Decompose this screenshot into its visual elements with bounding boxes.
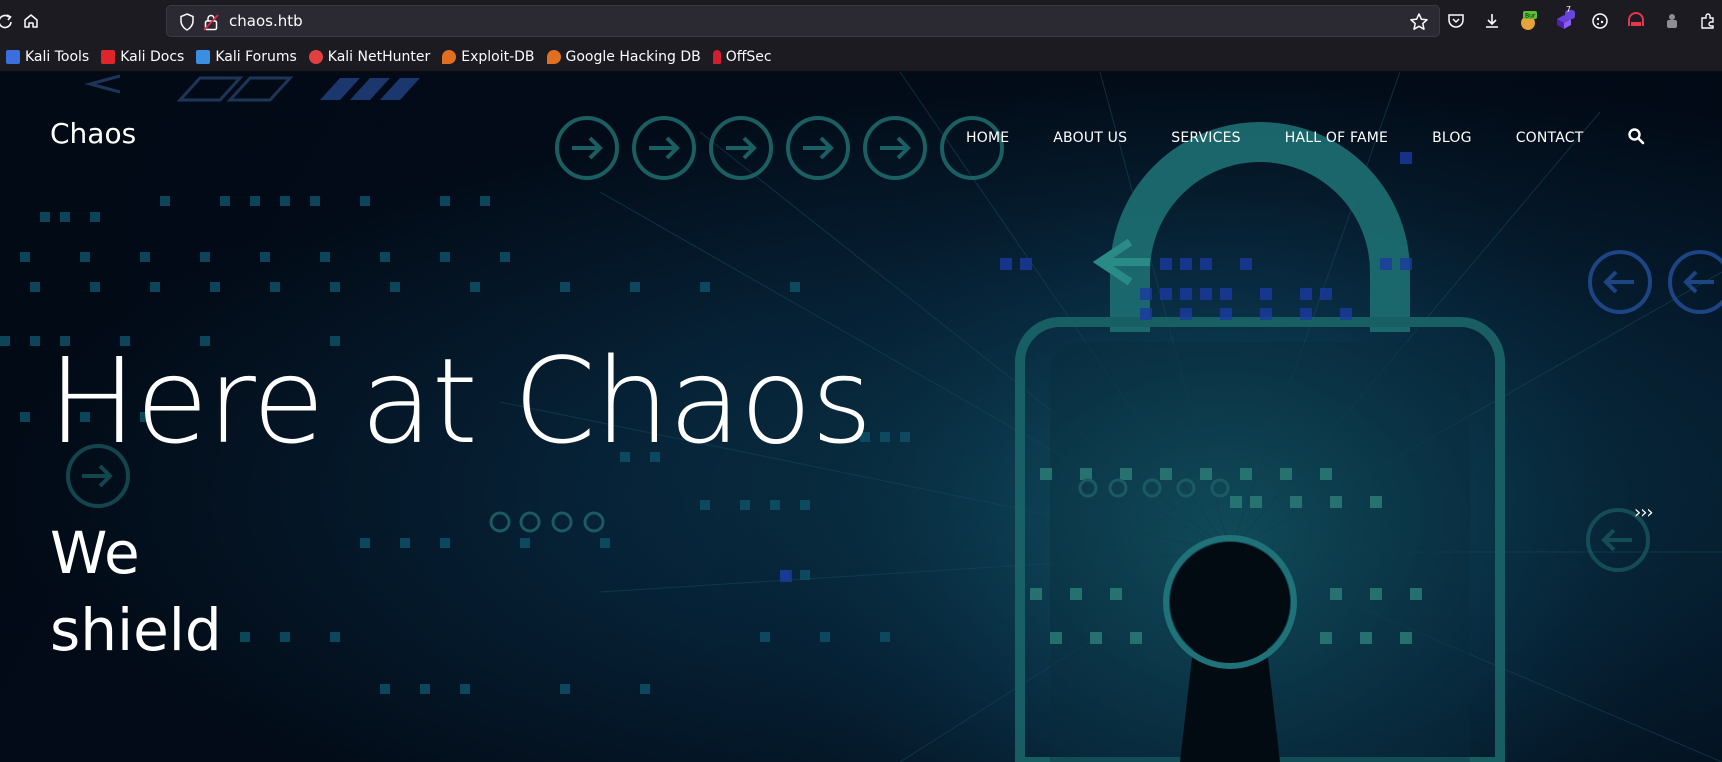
- bookmark-label: Google Hacking DB: [565, 48, 701, 65]
- reload-icon[interactable]: [0, 8, 18, 34]
- bookmark-exploit-db[interactable]: Exploit-DB: [442, 48, 535, 65]
- bookmark-kali-tools[interactable]: Kali Tools: [6, 49, 89, 65]
- hero-subtitle: We shield: [50, 515, 222, 669]
- browser-toolbar: chaos.htb Bur 7: [0, 0, 1722, 42]
- google-hacking-db-icon: [546, 49, 561, 64]
- hero-subtitle-line: shield: [50, 596, 222, 664]
- pocket-icon[interactable]: [1442, 8, 1470, 34]
- extension-badge-count: 7: [1566, 5, 1572, 14]
- extensions-icon[interactable]: [1694, 8, 1722, 34]
- nav-blog[interactable]: BLOG: [1432, 130, 1472, 146]
- nav-about-us[interactable]: ABOUT US: [1053, 130, 1127, 146]
- star-icon[interactable]: [1409, 12, 1429, 36]
- main-nav: HOME ABOUT US SERVICES HALL OF FAME BLOG…: [966, 130, 1627, 146]
- toolbar-right-icons: Bur 7: [1442, 5, 1722, 34]
- page-content: Chaos HOME ABOUT US SERVICES HALL OF FAM…: [0, 72, 1722, 762]
- bookmark-label: Kali Docs: [120, 48, 185, 65]
- bookmark-kali-forums[interactable]: Kali Forums: [196, 48, 297, 65]
- download-icon[interactable]: [1478, 8, 1506, 34]
- bookmark-google-hacking-db[interactable]: Google Hacking DB: [546, 48, 701, 65]
- bookmark-kali-nethunter[interactable]: Kali NetHunter: [308, 48, 431, 65]
- kali-docs-icon: [101, 49, 116, 64]
- extension-badge-icon[interactable]: 7: [1550, 5, 1578, 34]
- nav-hall-of-fame[interactable]: HALL OF FAME: [1285, 130, 1388, 146]
- bookmark-label: Exploit-DB: [461, 48, 535, 65]
- puzzle-icon[interactable]: [1658, 8, 1686, 34]
- home-icon[interactable]: [18, 8, 44, 34]
- url-text[interactable]: chaos.htb: [229, 6, 303, 36]
- bookmark-label: OffSec: [725, 48, 772, 65]
- burp-extension-icon[interactable]: Bur: [1514, 8, 1542, 34]
- shield-icon[interactable]: [179, 13, 195, 35]
- bookmark-label: Kali Forums: [215, 48, 297, 65]
- nav-services[interactable]: SERVICES: [1171, 130, 1241, 146]
- kali-forums-icon: [196, 49, 211, 64]
- bookmark-kali-docs[interactable]: Kali Docs: [101, 49, 184, 65]
- site-logo[interactable]: Chaos: [50, 117, 136, 150]
- bookmark-label: Kali NetHunter: [327, 48, 431, 65]
- bookmarks-bar: Kali Tools Kali Docs Kali Forums Kali Ne…: [0, 42, 1722, 72]
- cookie-icon[interactable]: [1586, 8, 1614, 34]
- exploit-db-icon: [442, 49, 457, 64]
- bookmark-offsec[interactable]: OffSec: [712, 48, 772, 65]
- nav-home[interactable]: HOME: [966, 130, 1009, 146]
- kali-tools-icon: [6, 49, 20, 64]
- slider-next-button[interactable]: ›››: [1634, 502, 1654, 523]
- hero-subtitle-line: We: [50, 519, 140, 587]
- svg-text:Bur: Bur: [1525, 13, 1536, 20]
- bookmark-label: Kali Tools: [25, 48, 90, 65]
- kali-nethunter-icon: [308, 49, 323, 64]
- url-bar[interactable]: chaos.htb: [166, 5, 1440, 37]
- nav-contact[interactable]: CONTACT: [1516, 130, 1584, 146]
- search-icon[interactable]: [1627, 127, 1645, 149]
- lock-icon[interactable]: [203, 13, 219, 35]
- offsec-icon: [712, 49, 721, 64]
- hero-title: Here at Chaos: [48, 332, 873, 470]
- container-icon[interactable]: [1622, 8, 1650, 34]
